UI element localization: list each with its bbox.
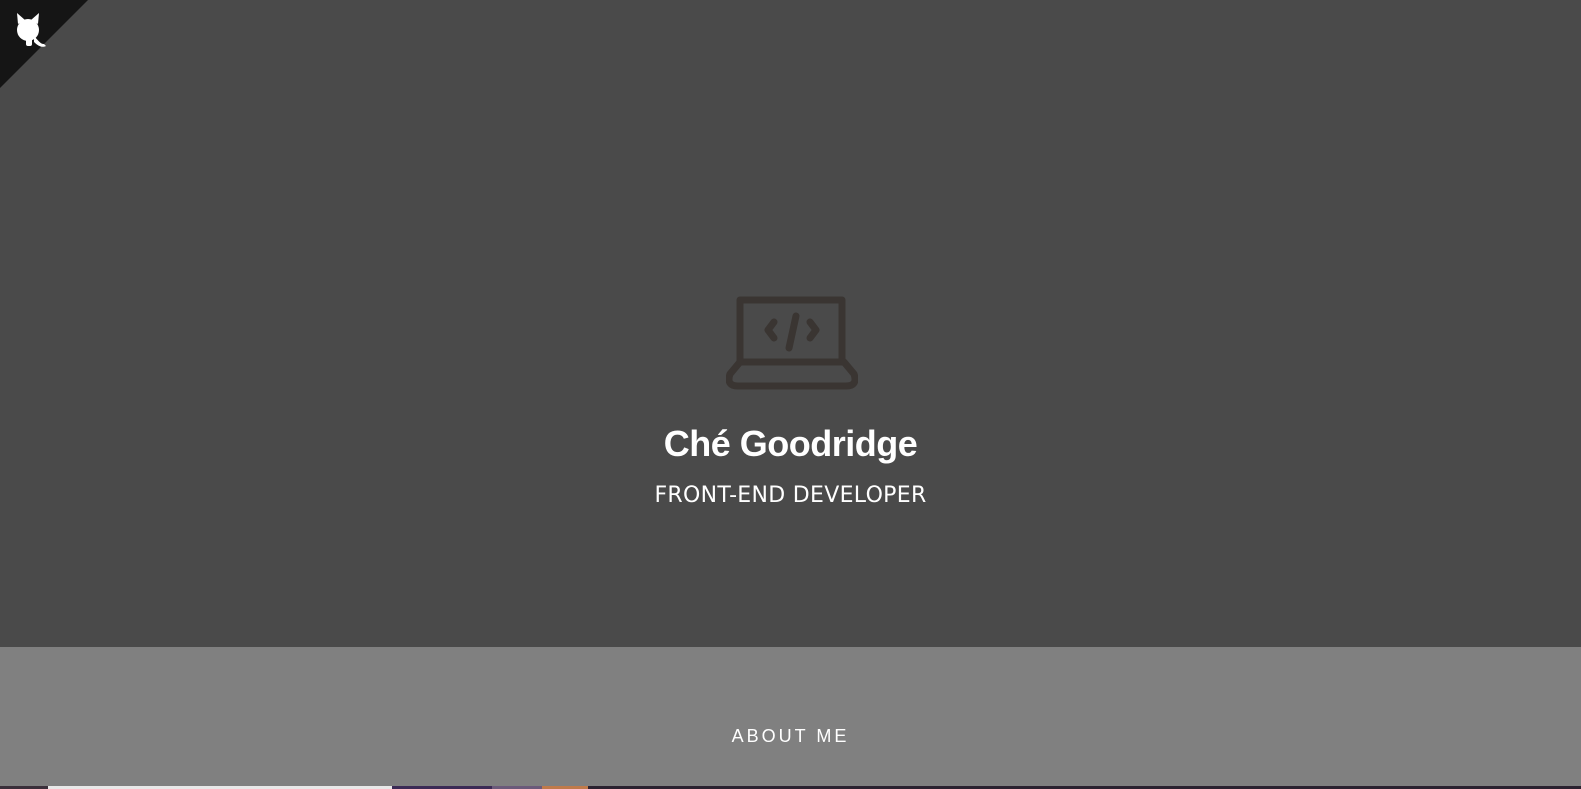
page-title: Ché Goodridge — [663, 423, 918, 464]
about-heading: ABOUT ME — [731, 726, 850, 746]
laptop-code-icon — [726, 296, 858, 390]
about-section: ABOUT ME — [0, 647, 1581, 786]
hero-section: Ché Goodridge FRONT-END DEVELOPER — [0, 0, 1581, 647]
subtitle-role: FRONT-END DEVELOPER — [654, 483, 927, 508]
github-corner-link[interactable] — [0, 0, 88, 88]
github-corner-icon — [0, 0, 88, 88]
